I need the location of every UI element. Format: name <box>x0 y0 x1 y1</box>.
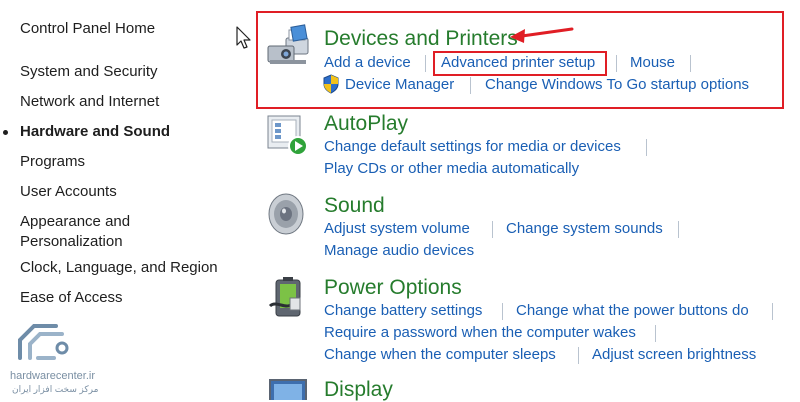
watermark-site: hardwarecenter.ir <box>10 370 95 382</box>
sidebar-item-network-and-internet[interactable]: Network and Internet <box>20 92 159 111</box>
sidebar-item-system-and-security[interactable]: System and Security <box>20 62 158 81</box>
link-change-sleep[interactable]: Change when the computer sleeps <box>324 345 556 364</box>
category-title-power-options[interactable]: Power Options <box>324 276 462 300</box>
watermark-tagline: مرکز سخت افزار ایران <box>12 384 99 394</box>
link-separator <box>655 325 656 342</box>
link-require-password-on-wake[interactable]: Require a password when the computer wak… <box>324 323 636 342</box>
link-separator <box>772 303 773 320</box>
link-separator <box>578 347 579 364</box>
sound-speaker-icon <box>268 193 304 235</box>
category-title-autoplay[interactable]: AutoPlay <box>324 112 408 136</box>
power-options-icon <box>268 277 301 317</box>
link-play-cds[interactable]: Play CDs or other media automatically <box>324 159 579 178</box>
link-separator <box>492 221 493 238</box>
sidebar-item-user-accounts[interactable]: User Accounts <box>20 182 117 201</box>
sidebar-item-hardware-and-sound[interactable]: Hardware and Sound <box>20 122 170 141</box>
sidebar-item-personalization[interactable]: Personalization <box>20 232 123 251</box>
link-adjust-system-volume[interactable]: Adjust system volume <box>324 219 470 238</box>
link-separator <box>678 221 679 238</box>
mouse-cursor-icon <box>236 26 251 49</box>
hardwarecenter-logo-icon <box>18 324 69 360</box>
active-bullet <box>3 130 8 135</box>
link-separator <box>502 303 503 320</box>
sidebar-item-programs[interactable]: Programs <box>20 152 85 171</box>
category-title-display[interactable]: Display <box>324 378 393 402</box>
sidebar-item-ease-of-access[interactable]: Ease of Access <box>20 288 123 307</box>
link-change-battery-settings[interactable]: Change battery settings <box>324 301 482 320</box>
link-separator <box>646 139 647 156</box>
link-change-system-sounds[interactable]: Change system sounds <box>506 219 663 238</box>
link-manage-audio-devices[interactable]: Manage audio devices <box>324 241 474 260</box>
link-change-default-settings[interactable]: Change default settings for media or dev… <box>324 137 621 156</box>
link-change-power-buttons[interactable]: Change what the power buttons do <box>516 301 749 320</box>
sidebar-item-control-panel-home[interactable]: Control Panel Home <box>20 19 155 38</box>
annotation-link-highlight-box <box>433 51 607 76</box>
category-title-sound[interactable]: Sound <box>324 194 385 218</box>
display-monitor-icon <box>269 379 307 400</box>
link-adjust-screen-brightness[interactable]: Adjust screen brightness <box>592 345 756 364</box>
autoplay-icon <box>267 115 308 156</box>
sidebar-item-clock-language-region[interactable]: Clock, Language, and Region <box>20 258 218 277</box>
sidebar-item-appearance[interactable]: Appearance and <box>20 212 130 231</box>
